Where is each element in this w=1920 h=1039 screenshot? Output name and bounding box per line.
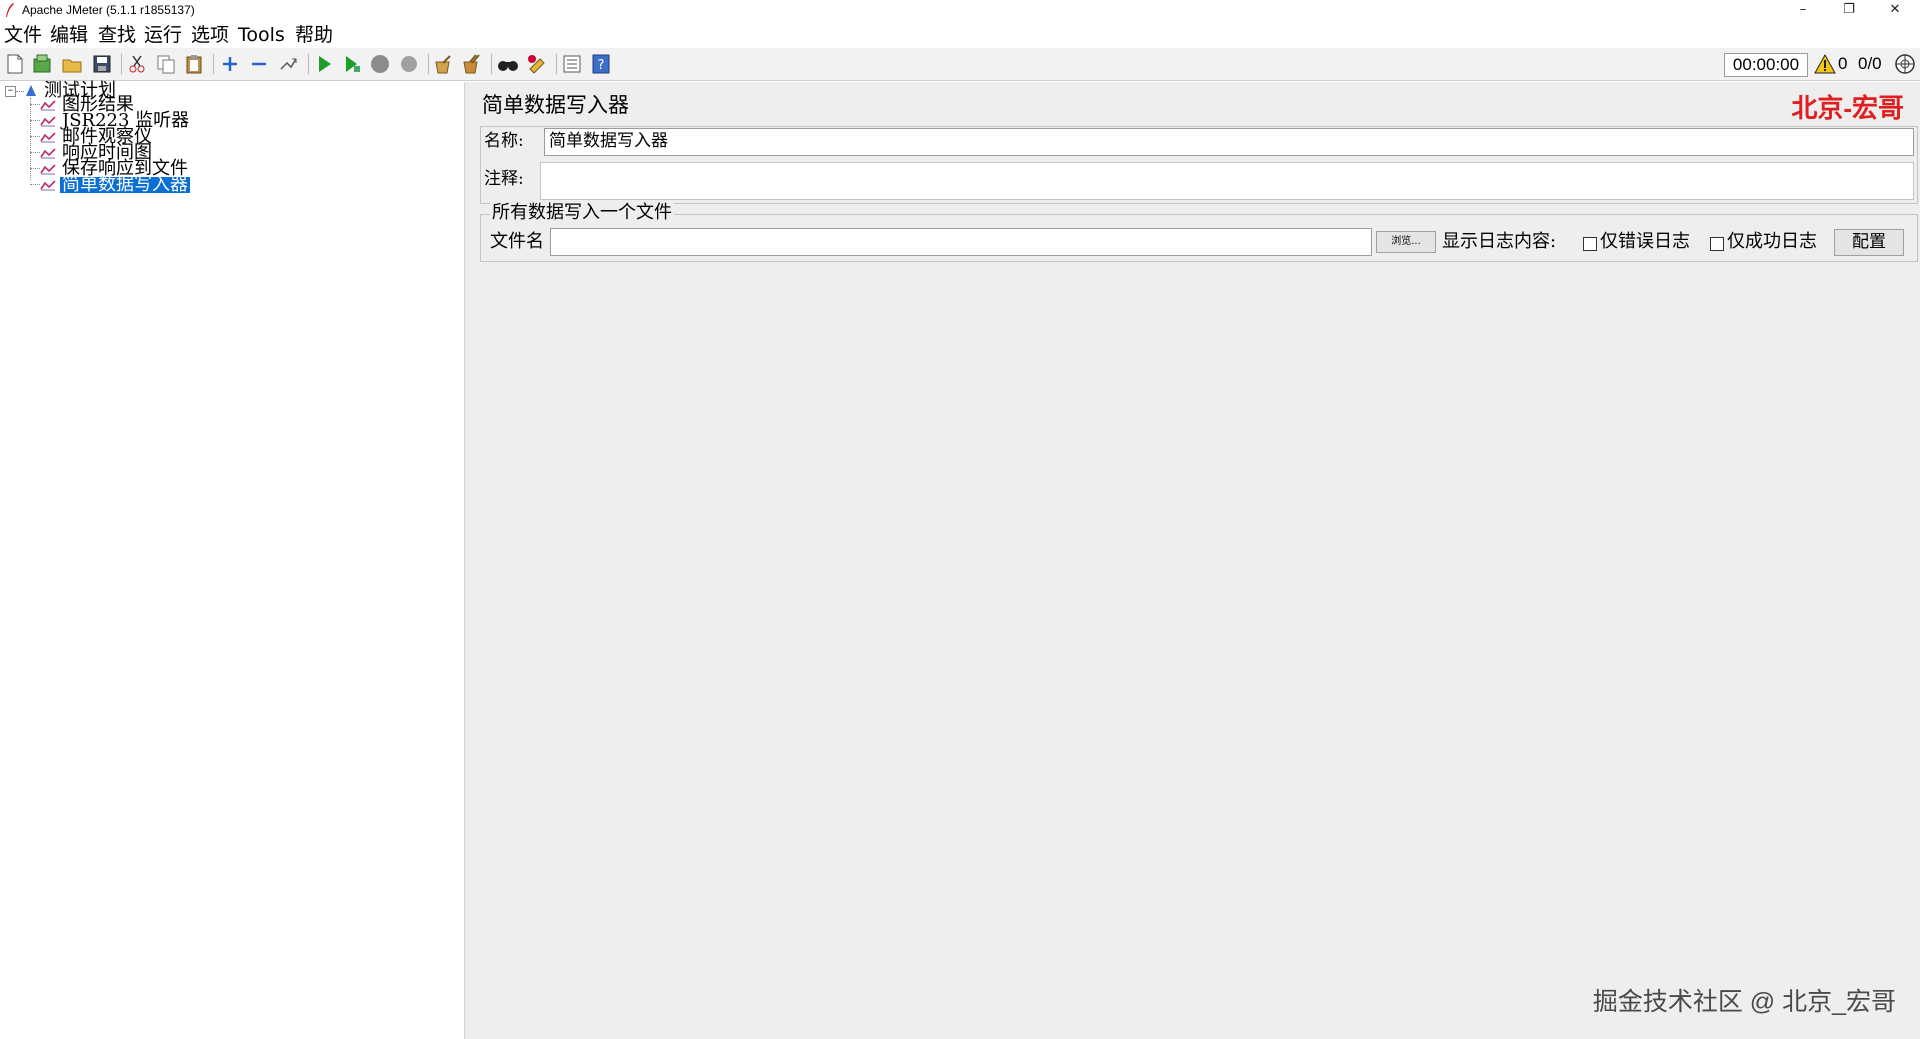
error-count: 0: [1838, 54, 1848, 73]
svg-text:?: ?: [598, 58, 605, 73]
elapsed-timer: 00:00:00: [1724, 53, 1808, 77]
clear-all-icon[interactable]: [461, 53, 483, 75]
configure-button[interactable]: 配置: [1834, 229, 1904, 256]
toolbar: ? 00:00:00 0 0/0: [0, 48, 1920, 81]
expand-icon[interactable]: [219, 53, 241, 75]
active-threads-count: 0/0: [1858, 54, 1882, 73]
menu-file[interactable]: 文件: [4, 24, 42, 46]
menu-edit[interactable]: 编辑: [50, 24, 88, 46]
jmeter-feather-icon: [6, 3, 14, 17]
help-icon[interactable]: ?: [590, 53, 612, 75]
tree-connector: [30, 152, 40, 153]
panel-title: 简单数据写入器: [482, 93, 629, 117]
tree-collapse-toggle[interactable]: −: [5, 86, 16, 97]
collapse-icon[interactable]: [248, 53, 270, 75]
comment-label: 注释:: [484, 169, 524, 189]
tree-connector: [30, 168, 40, 169]
copy-icon[interactable]: [155, 53, 177, 75]
stop-icon[interactable]: [369, 53, 391, 75]
menu-search[interactable]: 查找: [98, 24, 136, 46]
filename-label: 文件名: [490, 231, 544, 252]
tree-connector: [30, 120, 40, 121]
menu-help[interactable]: 帮助: [295, 24, 333, 46]
tree-node-simple-data-writer[interactable]: 简单数据写入器: [60, 176, 190, 194]
menu-run[interactable]: 运行: [144, 24, 182, 46]
listener-icon: [40, 132, 56, 143]
restore-button[interactable]: ❐: [1826, 0, 1872, 22]
toolbar-separator: [428, 54, 429, 74]
test-plan-tree: − 测试计划 图形结果 JSR223 监听器 邮件观察仪 响应时间图 保存响应到文件 简单…: [0, 82, 465, 1039]
file-group-title: 所有数据写入一个文件: [490, 202, 674, 224]
test-plan-icon: [26, 85, 36, 96]
toolbar-separator: [556, 54, 557, 74]
log-display-label: 显示日志内容:: [1442, 231, 1557, 252]
remote-engines-icon: [1895, 54, 1915, 74]
comment-field[interactable]: [540, 162, 1914, 200]
tree-connector: [30, 184, 40, 185]
name-label: 名称:: [484, 131, 524, 151]
toolbar-separator: [308, 54, 309, 74]
listener-icon: [40, 164, 56, 175]
errors-only-label[interactable]: 仅错误日志: [1600, 231, 1690, 253]
tree-connector: [30, 104, 40, 105]
listener-icon: [40, 116, 56, 127]
search-icon[interactable]: [497, 53, 519, 75]
close-button[interactable]: ✕: [1872, 0, 1918, 22]
paste-icon[interactable]: [183, 53, 205, 75]
shutdown-icon[interactable]: [398, 53, 420, 75]
listener-icon: [40, 100, 56, 111]
menu-bar: 文件 编辑 查找 运行 选项 Tools 帮助: [0, 22, 1920, 48]
success-only-label[interactable]: 仅成功日志: [1727, 231, 1817, 253]
function-helper-icon[interactable]: [561, 53, 583, 75]
menu-options[interactable]: 选项: [191, 24, 229, 46]
author-brand: 北京-宏哥: [1791, 93, 1904, 123]
toggle-icon[interactable]: [277, 53, 299, 75]
templates-icon[interactable]: [31, 53, 53, 75]
element-config-panel: 简单数据写入器 北京-宏哥 名称: 简单数据写入器 注释: 所有数据写入一个文件…: [470, 82, 1920, 1039]
window-title: Apache JMeter (5.1.1 r1855137): [22, 3, 195, 17]
start-icon[interactable]: [313, 53, 335, 75]
toolbar-separator: [121, 54, 122, 74]
listener-icon: [40, 180, 56, 191]
minimize-button[interactable]: –: [1780, 0, 1826, 22]
cut-icon[interactable]: [126, 53, 148, 75]
start-no-pause-icon[interactable]: [341, 53, 363, 75]
toolbar-separator: [491, 54, 492, 74]
browse-button[interactable]: 浏览...: [1376, 231, 1436, 253]
errors-only-checkbox[interactable]: [1583, 237, 1597, 251]
toolbar-separator: [213, 54, 214, 74]
menu-tools[interactable]: Tools: [238, 24, 285, 46]
success-only-checkbox[interactable]: [1710, 237, 1724, 251]
watermark: 掘金技术社区 @ 北京_宏哥: [1592, 988, 1896, 1016]
name-field[interactable]: 简单数据写入器: [544, 128, 1914, 156]
new-icon[interactable]: [4, 53, 26, 75]
reset-search-icon[interactable]: [526, 53, 548, 75]
tree-connector: [30, 136, 40, 137]
warning-icon[interactable]: [1814, 54, 1836, 74]
filename-field[interactable]: [550, 228, 1372, 256]
clear-icon[interactable]: [433, 53, 455, 75]
listener-icon: [40, 148, 56, 159]
window-title-bar: Apache JMeter (5.1.1 r1855137) – ❐ ✕: [0, 0, 1920, 22]
save-icon[interactable]: [91, 53, 113, 75]
tree-connector: [16, 91, 24, 92]
open-icon[interactable]: [61, 53, 83, 75]
